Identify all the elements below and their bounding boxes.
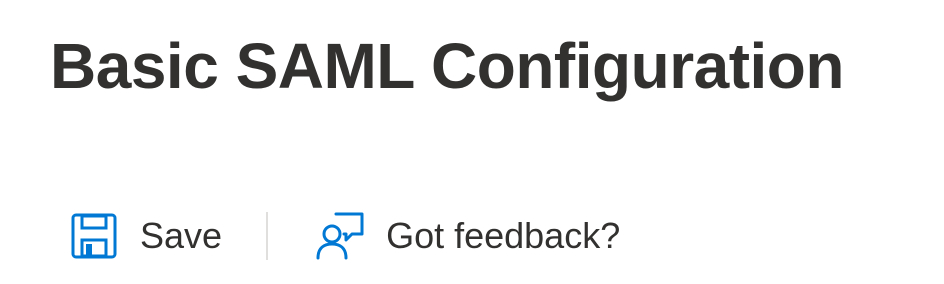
save-label: Save xyxy=(140,215,223,256)
toolbar-divider xyxy=(266,212,269,260)
feedback-label: Got feedback? xyxy=(386,215,621,256)
save-icon xyxy=(68,210,120,262)
feedback-button[interactable]: Got feedback? xyxy=(314,206,620,266)
page-title: Basic SAML Configuration xyxy=(50,30,844,102)
feedback-icon xyxy=(314,210,366,262)
save-button[interactable]: Save xyxy=(68,206,222,266)
command-bar: Save Got feedback? xyxy=(68,206,620,266)
